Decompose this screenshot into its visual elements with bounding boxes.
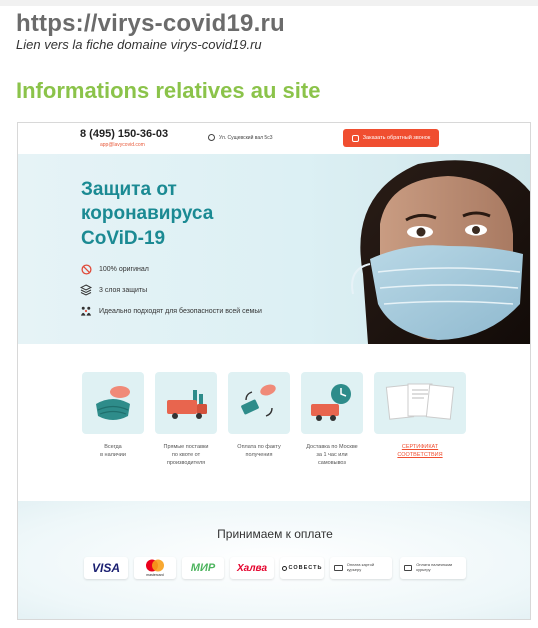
site-phone[interactable]: 8 (495) 150-36-03 [80, 128, 168, 140]
mastercard-label: mastercard [146, 573, 164, 577]
cash-courier-option: Оплата наличными курьеру [400, 557, 466, 579]
benefit-card-delivery [301, 372, 363, 434]
benefit-card-in-stock [82, 372, 144, 434]
family-icon [80, 305, 92, 317]
section-title: Informations relatives au site [16, 78, 321, 103]
benefit-label: Прямые поставки по квоте от производител… [163, 444, 209, 466]
top-divider [0, 0, 538, 6]
callback-button-label: Заказать обратный звонок [362, 135, 431, 141]
site-email[interactable]: app@lavycovid.com [100, 142, 145, 148]
payment-title: Принимаем к оплате [217, 527, 333, 541]
feature-text: Идеально подходят для безопасности всей … [99, 307, 262, 315]
payment-section: Принимаем к оплате VISA mastercard МИР Х… [18, 501, 530, 619]
hero-title: Защита от коронавируса CoViD-19 [81, 179, 214, 249]
masks-stack-icon [96, 386, 130, 420]
benefit-label: Оплата по факту получения [237, 444, 281, 458]
card-icon [334, 565, 343, 571]
benefit-card-certificate[interactable] [374, 372, 466, 434]
cash-exchange-icon [241, 384, 276, 417]
site-address-text: Ул. Сущевский вал 5с3 [219, 134, 273, 141]
site-address: Ул. Сущевский вал 5с3 [208, 134, 273, 141]
mastercard-logo: mastercard [134, 557, 176, 579]
benefit-card-cash-on-delivery [228, 372, 290, 434]
benefit-card-direct-supply [155, 372, 217, 434]
ban-icon [80, 263, 92, 275]
sovest-logo: СОВЕСТЬ [280, 557, 324, 579]
visa-logo: VISA [84, 557, 128, 579]
benefit-label: Доставка по Москве за 1 час или самовыво… [306, 444, 358, 466]
certificate-docs-icon [385, 383, 455, 420]
feature-original: 100% оригинал [80, 263, 149, 275]
location-pin-icon [208, 134, 215, 141]
callback-button[interactable]: Заказать обратный звонок [343, 129, 439, 147]
domain-title[interactable]: https://virys-covid19.ru [16, 10, 285, 38]
certificate-link[interactable]: СЕРТИФИКАТ СООТВЕТСТВИЯ [382, 444, 458, 460]
mastercard-circles-icon [146, 559, 164, 572]
benefit-label: Всегда в наличии [100, 444, 126, 458]
feature-layers: 3 слоя защиты [80, 284, 147, 296]
sovest-circle-icon [281, 565, 287, 571]
cash-icon [404, 565, 413, 571]
domain-sheet-link[interactable]: Lien vers la fiche domaine virys-covid19… [16, 37, 262, 52]
factory-truck-icon [167, 390, 207, 419]
feature-family: Идеально подходят для безопасности всей … [80, 305, 262, 317]
hero-section: Защита от коронавируса CoViD-19 100% ори… [18, 154, 530, 344]
feature-text: 100% оригинал [99, 265, 149, 273]
benefits-section: Всегда в наличии Прямые поставки по квот… [18, 344, 530, 504]
mir-logo: МИР [182, 557, 224, 579]
card-courier-option: Оплата картой курьеру [330, 557, 392, 579]
website-screenshot: 8 (495) 150-36-03 app@lavycovid.com Ул. … [17, 122, 531, 620]
layers-icon [80, 284, 92, 296]
masked-woman-photo [351, 160, 530, 344]
page: https://virys-covid19.ru Lien vers la fi… [0, 0, 538, 628]
cash-courier-label: Оплата наличными курьеру [416, 562, 453, 572]
sovest-label: СОВЕСТЬ [288, 565, 323, 571]
halva-logo: Халва [230, 557, 274, 579]
delivery-clock-icon [311, 384, 351, 421]
phone-icon [351, 134, 359, 142]
site-header: 8 (495) 150-36-03 app@lavycovid.com Ул. … [18, 123, 530, 154]
feature-text: 3 слоя защиты [99, 286, 148, 294]
card-courier-label: Оплата картой курьеру [346, 562, 375, 572]
